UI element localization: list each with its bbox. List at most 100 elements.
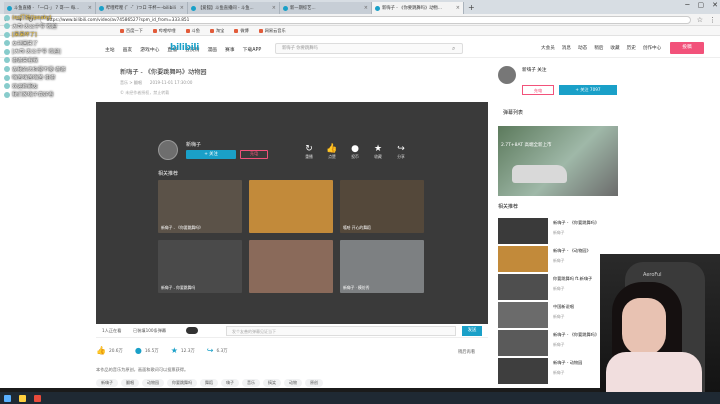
end-screen-action-label: 投币 <box>351 154 359 159</box>
star-icon: ★ <box>170 346 178 355</box>
player-follow-button[interactable]: + 关注 <box>186 150 236 159</box>
end-screen-action[interactable]: ★ 收藏 <box>369 144 387 160</box>
tag-chip[interactable]: 嗨子 <box>221 379 239 387</box>
nav-link[interactable]: 画友 <box>123 46 133 53</box>
right-nav-link[interactable]: 创作中心 <box>643 45 661 51</box>
end-screen-action[interactable]: ↪ 分享 <box>392 144 410 160</box>
bookmark-item[interactable]: 哔哩哔哩 <box>152 28 176 34</box>
nav-link[interactable]: 下载APP <box>243 46 262 53</box>
nav-link[interactable]: 漫画 <box>207 46 217 53</box>
chat-text: 诶我的天你要不要·谢谢 <box>12 66 66 73</box>
file-explorer-icon[interactable] <box>19 394 26 402</box>
bookmark-favicon-icon <box>120 28 124 33</box>
tag-chip[interactable]: 音乐 <box>242 379 260 387</box>
tab-close-icon[interactable]: × <box>456 5 460 11</box>
player-charge-button[interactable]: 充电 <box>240 150 268 159</box>
right-nav-link[interactable]: 历史 <box>627 45 636 51</box>
browser-tab[interactable]: 新一期综艺... × <box>280 2 372 14</box>
tag-chip[interactable]: 舞蹈 <box>200 379 218 387</box>
bookmark-item[interactable]: 微博 <box>234 27 249 34</box>
avatar[interactable] <box>158 140 178 160</box>
danmaku-count: 已装填100条弹幕 <box>133 328 167 333</box>
search-icon[interactable]: ⌕ <box>452 45 455 53</box>
browser-tab[interactable]: 【爱狐】斗鱼直播间 - 斗鱼... × <box>188 2 280 14</box>
related-video-caption: 新嗨子 - 《你要跳舞吗》 <box>161 225 203 230</box>
right-related-uploader: 新嗨子 <box>553 314 565 319</box>
charge-button[interactable]: 充电 <box>522 85 554 95</box>
bookmark-item[interactable]: 斗鱼 <box>185 28 200 34</box>
right-nav-link[interactable]: 动态 <box>578 45 587 51</box>
tag-chip[interactable]: 动物园 <box>142 379 164 387</box>
chrome-icon[interactable] <box>34 394 41 402</box>
tag-chip[interactable]: 新嗨子 <box>96 379 118 387</box>
danmaku-send-button[interactable]: 发送 <box>462 326 482 336</box>
uploader-name[interactable]: 新嗨子 关注 <box>522 67 546 73</box>
player-uploader-name[interactable]: 新嗨子 <box>186 141 201 148</box>
nav-link[interactable]: 游戏中心 <box>140 46 159 53</box>
right-nav-link[interactable]: 大会员 <box>541 45 555 51</box>
ad-banner[interactable] <box>498 126 618 196</box>
right-related-item[interactable]: 新嗨子 - 《你要跳舞吗》 新嗨子 <box>498 218 618 244</box>
right-nav-link[interactable]: 稍后 <box>594 45 603 51</box>
maximize-icon[interactable]: ▢ <box>698 1 705 9</box>
tag-chip[interactable]: 搞笑 <box>263 379 281 387</box>
related-video-thumbnail[interactable] <box>249 180 333 233</box>
related-video-thumbnail[interactable] <box>249 240 333 293</box>
new-tab-button[interactable]: + <box>464 2 479 14</box>
bookmark-item[interactable]: 百度一下 <box>120 28 143 34</box>
end-screen-action-label: 收藏 <box>374 154 382 159</box>
close-window-icon[interactable]: ✕ <box>712 1 718 9</box>
video-title: 新嗨子 - 《你要跳舞吗》动物园 <box>120 69 207 76</box>
danmaku-toggle[interactable] <box>186 327 198 334</box>
nav-link[interactable]: 赛事 <box>225 46 235 53</box>
video-action[interactable]: ↪ 6.3万 <box>207 346 228 355</box>
bookmark-item[interactable]: 网易云音乐 <box>258 28 286 34</box>
tab-close-icon[interactable]: × <box>88 5 92 11</box>
browser-tab[interactable]: 新嗨子 - 《你要跳舞吗》动物... × <box>372 2 464 14</box>
watch-later-link[interactable]: 稍后再看 <box>458 349 475 355</box>
related-video-caption: 新嗨子 - 你要跳舞吗 <box>161 285 196 290</box>
upload-button[interactable]: 投稿 <box>670 42 704 54</box>
search-input[interactable]: 新嗨子 你要跳舞吗 <box>275 43 463 54</box>
site-logo[interactable]: bilibili <box>170 43 199 53</box>
right-nav-link[interactable]: 消息 <box>562 45 571 51</box>
related-video-thumbnail[interactable]: 新嗨子 · 模仿秀 <box>340 240 424 293</box>
related-video-thumbnail[interactable]: 嘻哈 开心的舞蹈 <box>340 180 424 233</box>
end-screen-action[interactable]: ● 投币 <box>346 144 364 160</box>
danmaku-input[interactable]: 发个友善的弹幕见证当下 <box>226 326 456 336</box>
bookmark-item[interactable]: 淘宝 <box>209 28 224 34</box>
tag-chip[interactable]: 翻唱 <box>121 379 139 387</box>
follow-button[interactable]: + 关注 7097 <box>559 85 617 95</box>
tag-chip[interactable]: 动物 <box>284 379 302 387</box>
windows-start-icon[interactable] <box>4 394 11 402</box>
menu-icon[interactable]: ⋮ <box>709 16 716 24</box>
right-related-thumbnail <box>498 274 548 300</box>
tab-close-icon[interactable]: × <box>272 5 276 11</box>
related-video-thumbnail[interactable]: 新嗨子 - 你要跳舞吗 <box>158 240 242 293</box>
related-video-caption: 嘻哈 开心的舞蹈 <box>343 225 371 230</box>
end-screen-action[interactable]: 👍 点赞 <box>323 144 341 160</box>
bookmark-label: 微博 <box>240 27 249 33</box>
video-action[interactable]: ★ 12.3万 <box>171 346 195 355</box>
tab-close-icon[interactable]: × <box>180 5 184 11</box>
url-input[interactable]: https://www.bilibili.com/video/av7458652… <box>39 15 691 24</box>
video-action[interactable]: ● 16.5万 <box>135 346 159 355</box>
danmaku-list-heading[interactable]: 弹幕列表 <box>503 109 523 116</box>
browser-tab[interactable]: 斗鱼直播 - 「一口·」 7 哥·一 每... × <box>4 2 96 14</box>
related-video-thumbnail[interactable]: 新嗨子 - 《你要跳舞吗》 <box>158 180 242 233</box>
video-action[interactable]: 👍 20.6万 <box>96 346 123 355</box>
chat-avatar <box>4 66 10 73</box>
minimize-icon[interactable]: ─ <box>685 1 689 9</box>
avatar[interactable] <box>498 66 516 84</box>
chat-avatar <box>4 83 10 90</box>
chat-avatar <box>4 40 10 47</box>
tab-close-icon[interactable]: × <box>364 5 368 11</box>
ad-text: 2.7T+8AT 高端全新上市 <box>501 143 552 148</box>
browser-tab[interactable]: 哔哩哔哩 (゜-゜)つロ 干杯~--bilibili × <box>96 2 188 14</box>
end-screen-action[interactable]: ↻ 重播 <box>300 144 318 160</box>
tag-chip[interactable]: 你要跳舞吗 <box>167 379 197 387</box>
tab-favicon-icon <box>283 5 288 11</box>
right-nav-link[interactable]: 收藏 <box>610 45 619 51</box>
star-bookmark-icon[interactable]: ☆ <box>697 16 703 24</box>
tag-chip[interactable]: 原创 <box>305 379 323 387</box>
